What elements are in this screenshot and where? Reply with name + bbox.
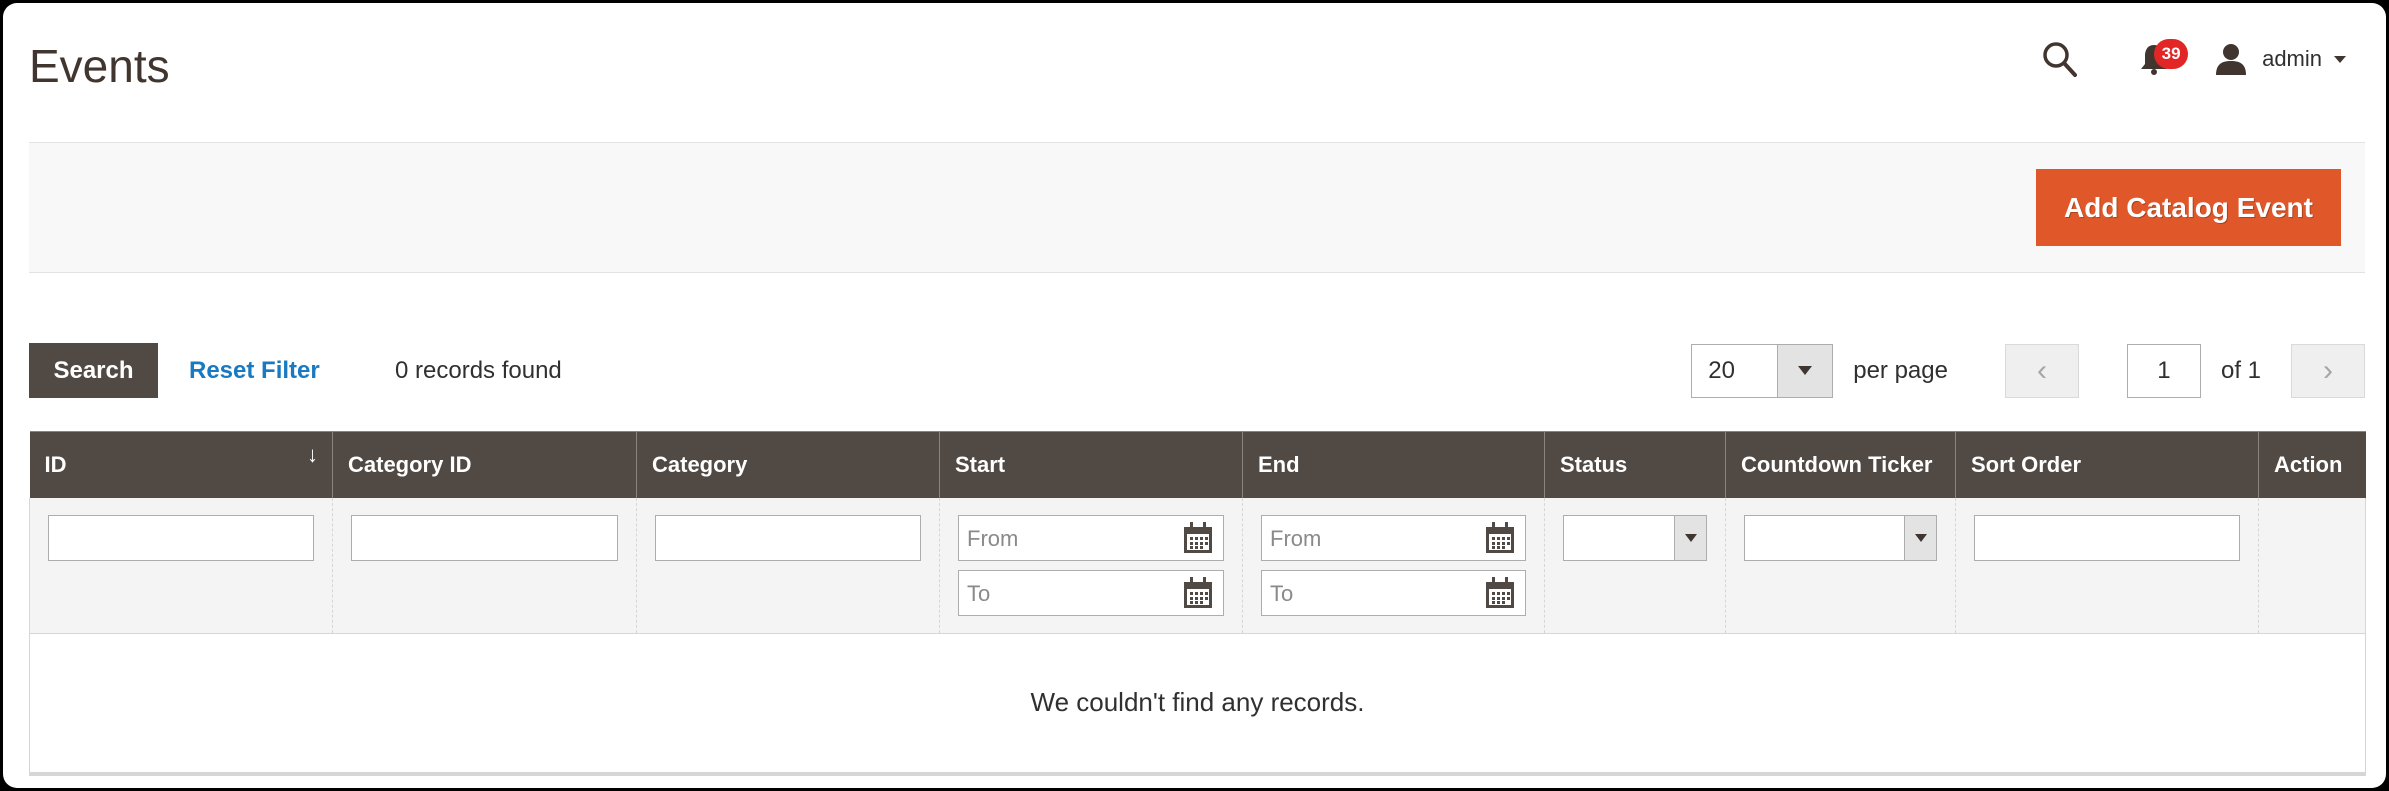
column-header-countdown-ticker[interactable]: Countdown Ticker [1725,431,1956,498]
grid-header-row: ID ↓ Category ID Category Start End Statu… [29,431,2366,498]
filter-cell-action [2258,497,2366,634]
chevron-right-icon: › [2323,353,2333,387]
empty-state-row: We couldn't find any records. [29,633,2366,776]
reset-filter-link[interactable]: Reset Filter [189,357,320,385]
events-grid: ID ↓ Category ID Category Start End Statu… [29,431,2366,776]
page-actions-bar: Add Catalog Event [29,142,2365,273]
chevron-down-icon [1914,533,1927,542]
end-from-placeholder: From [1270,525,1322,551]
start-from-date-input[interactable]: From [958,514,1224,561]
header-actions: 39 admin [2038,37,2346,81]
column-header-sort-order[interactable]: Sort Order [1955,431,2259,498]
start-to-placeholder: To [967,580,991,606]
countdown-ticker-filter-select[interactable] [1744,514,1937,561]
filter-cell-category-id [332,497,637,634]
sort-order-filter-input[interactable] [1974,514,2240,561]
notifications-count-badge: 39 [2154,39,2189,69]
previous-page-button[interactable]: ‹ [2004,343,2079,398]
current-page-input[interactable] [2126,343,2201,398]
chevron-down-icon [2334,55,2346,63]
filter-cell-start: From To [939,497,1243,634]
next-page-button[interactable]: › [2291,343,2365,398]
column-header-end[interactable]: End [1242,431,1545,498]
column-header-start[interactable]: Start [939,431,1243,498]
calendar-icon[interactable] [1485,576,1515,609]
notifications-button[interactable]: 39 [2134,37,2189,81]
category-id-filter-input[interactable] [351,514,618,561]
chevron-down-icon [1684,533,1697,542]
records-found-count: 0 records found [395,357,562,384]
end-from-date-input[interactable]: From [1261,514,1526,561]
chevron-down-icon [1798,366,1813,375]
end-to-placeholder: To [1270,580,1294,606]
calendar-icon[interactable] [1183,521,1213,554]
per-page-select[interactable]: 20 [1691,343,1834,398]
app-frame: Events 39 admin Add Catalog Event Search… [3,3,2386,788]
admin-user-menu[interactable]: admin [2214,42,2346,76]
filter-cell-category [636,497,940,634]
id-filter-input[interactable] [48,514,314,561]
calendar-icon[interactable] [1183,576,1213,609]
user-icon [2216,44,2247,75]
sort-descending-icon: ↓ [307,442,318,467]
add-catalog-event-button[interactable]: Add Catalog Event [2036,169,2341,246]
column-header-category-id[interactable]: Category ID [332,431,637,498]
search-icon [2043,42,2078,77]
filter-cell-end: From To [1242,497,1545,634]
global-search-button[interactable] [2038,37,2082,81]
per-page-dropdown-toggle[interactable] [1777,344,1833,397]
end-to-date-input[interactable]: To [1261,569,1526,616]
status-filter-select[interactable] [1563,514,1707,561]
per-page-value: 20 [1708,356,1735,384]
grid-filter-row: From To From To [29,497,2366,634]
filter-cell-sort-order [1955,497,2259,634]
filter-cell-id [29,497,333,634]
per-page-label: per page [1853,356,1948,384]
start-from-placeholder: From [967,525,1019,551]
start-to-date-input[interactable]: To [958,569,1224,616]
empty-message: We couldn't find any records. [29,633,2366,776]
column-header-status[interactable]: Status [1544,431,1726,498]
user-name: admin [2262,46,2322,71]
calendar-icon[interactable] [1485,521,1515,554]
filter-cell-countdown-ticker [1725,497,1956,634]
pager: 20 per page ‹ of 1 › [1691,343,2365,398]
column-header-category[interactable]: Category [636,431,940,498]
page-title: Events [29,40,170,92]
column-header-action: Action [2258,431,2366,498]
total-pages-label: of 1 [2220,356,2261,384]
chevron-left-icon: ‹ [2036,353,2047,387]
filter-cell-status [1544,497,1726,634]
grid-toolbar: Search Reset Filter 0 records found 20 p… [29,343,2365,398]
column-header-id[interactable]: ID ↓ [29,431,333,498]
category-filter-input[interactable] [655,514,921,561]
search-button[interactable]: Search [29,343,158,398]
